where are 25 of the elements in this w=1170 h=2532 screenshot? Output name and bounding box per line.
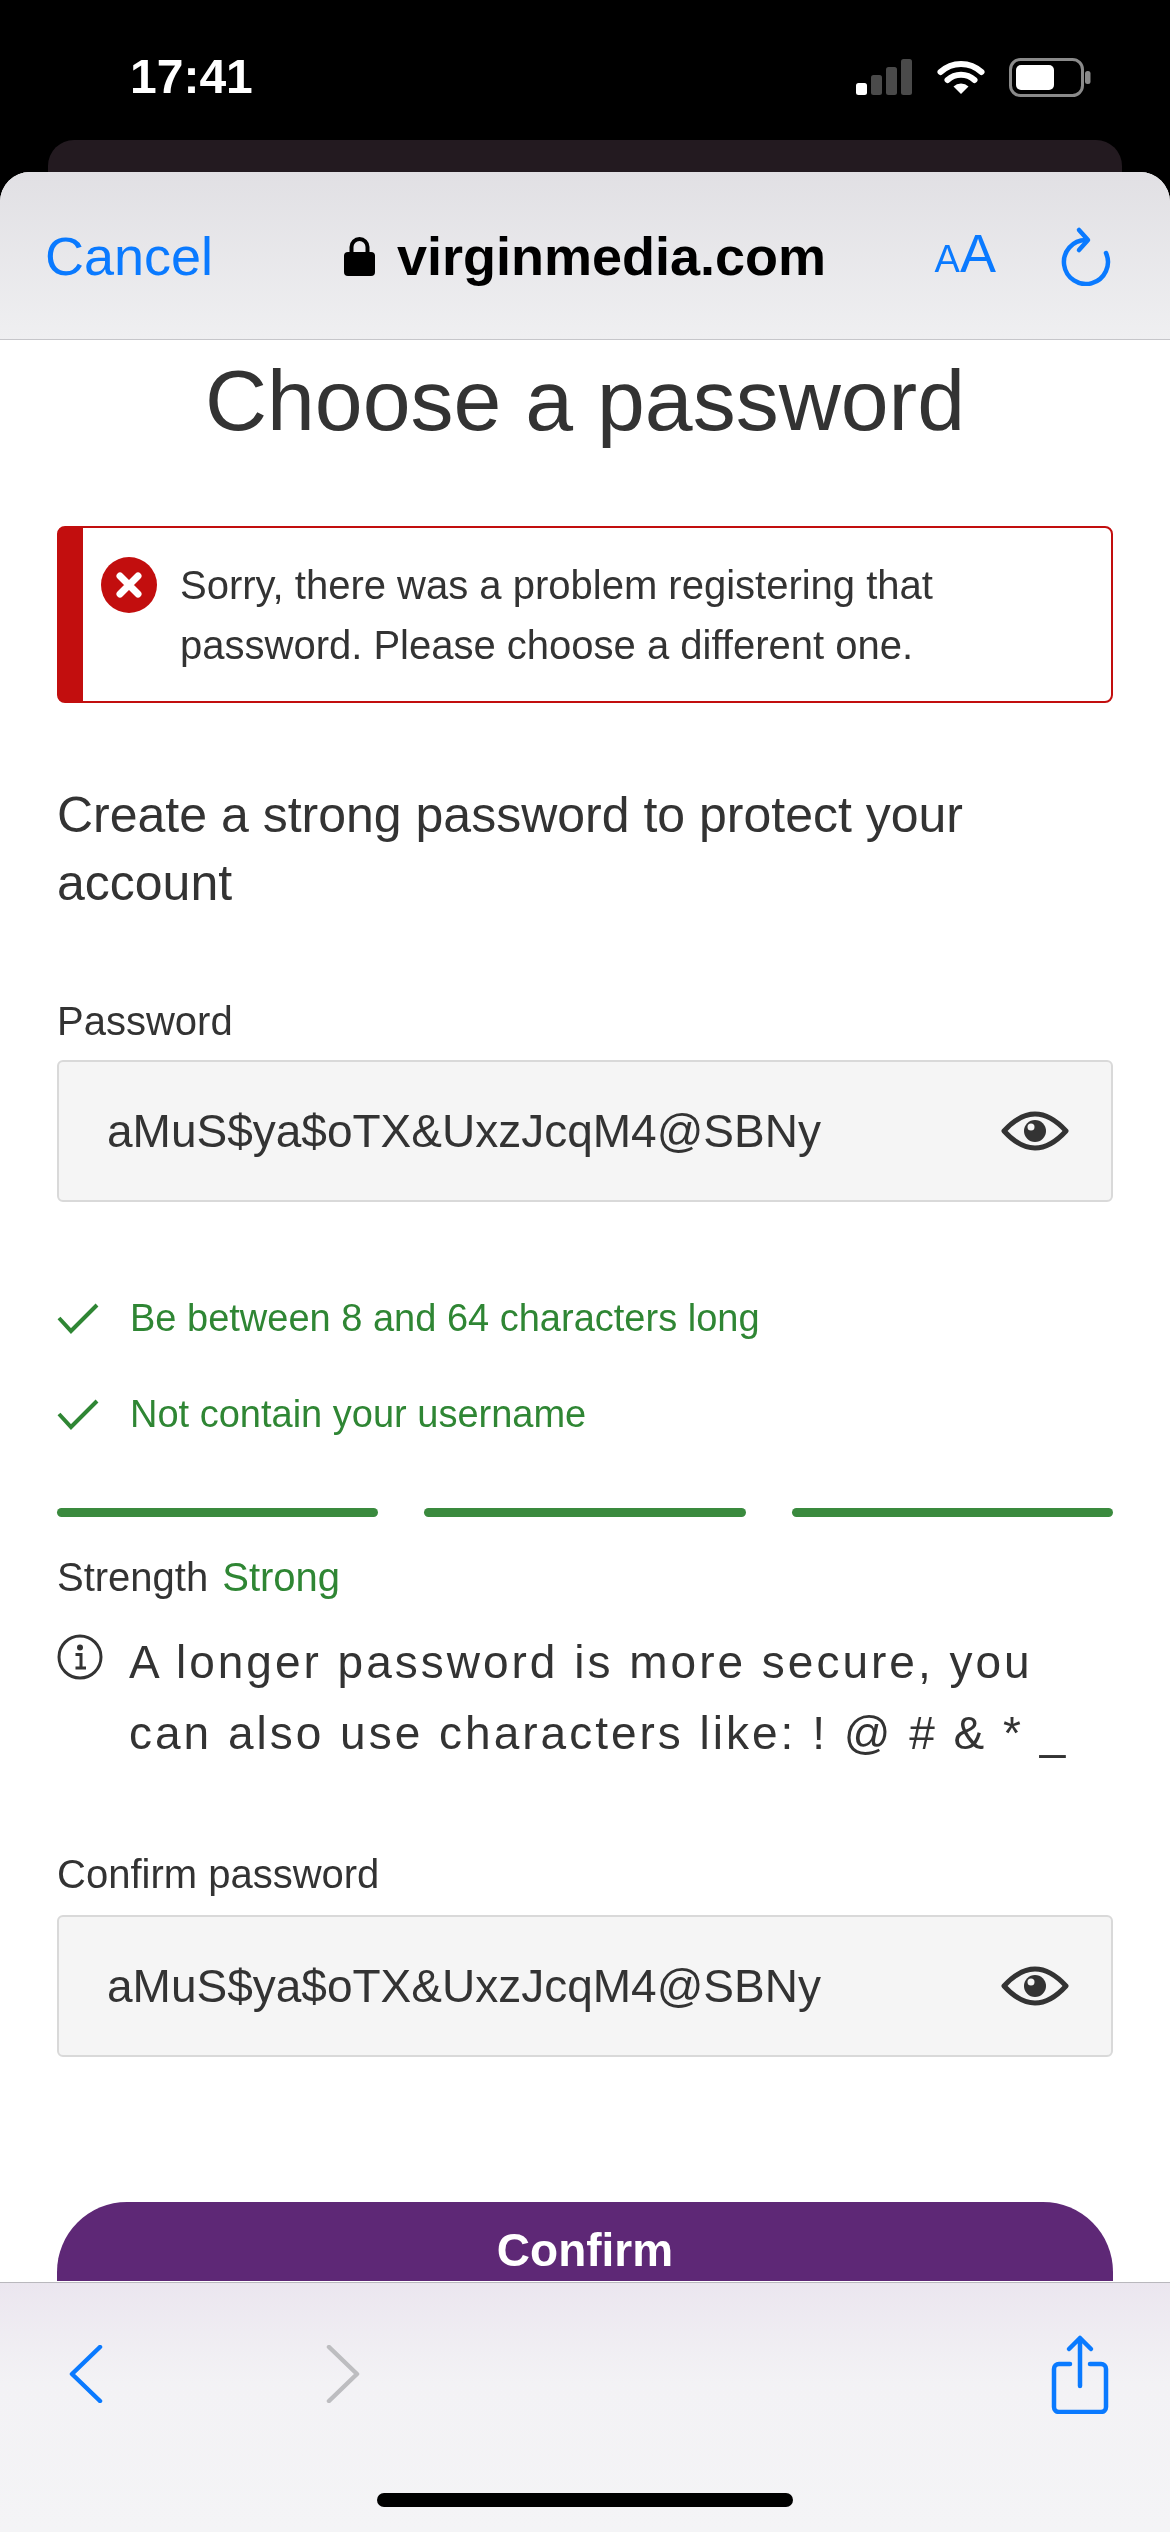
password-rule: Not contain your username <box>130 1392 587 1437</box>
chevron-left-icon[interactable] <box>69 2345 103 2403</box>
password-tip: A longer password is more secure, you can also use characters like: ! @ # & * _ <box>129 1635 1070 1761</box>
password-field[interactable]: aMuS$ya$oTX&UxzJcqM4@SBNy <box>57 1060 1113 1202</box>
error-icon <box>101 557 157 613</box>
confirm-button[interactable]: Confirm <box>57 2202 1113 2281</box>
confirm-password-field[interactable]: aMuS$ya$oTX&UxzJcqM4@SBNy <box>57 1915 1113 2057</box>
lock-icon <box>343 235 375 276</box>
section-heading: Create a strong password to protect your account <box>57 786 964 913</box>
info-icon <box>57 1634 103 1680</box>
field-label: Password <box>57 998 233 1045</box>
cellular-signal-icon <box>856 59 913 95</box>
eye-icon[interactable] <box>1001 1109 1069 1153</box>
error-message: Sorry, there was a problem registering that password. Please choose a different one. <box>180 562 934 669</box>
password-rule: Be between 8 and 64 characters long <box>130 1296 760 1341</box>
reload-icon[interactable] <box>1060 225 1112 286</box>
battery-icon <box>1009 57 1091 97</box>
wifi-icon <box>937 59 985 95</box>
eye-icon[interactable] <box>1001 1964 1069 2008</box>
page-title: Choose a password <box>204 351 966 450</box>
strength-label: Strength <box>57 1554 209 1601</box>
strength-value: Strong <box>222 1554 341 1601</box>
field-label: Confirm password <box>57 1851 380 1898</box>
status-time: 17:41 <box>130 49 253 105</box>
site-domain: virginmedia.com <box>396 224 827 287</box>
